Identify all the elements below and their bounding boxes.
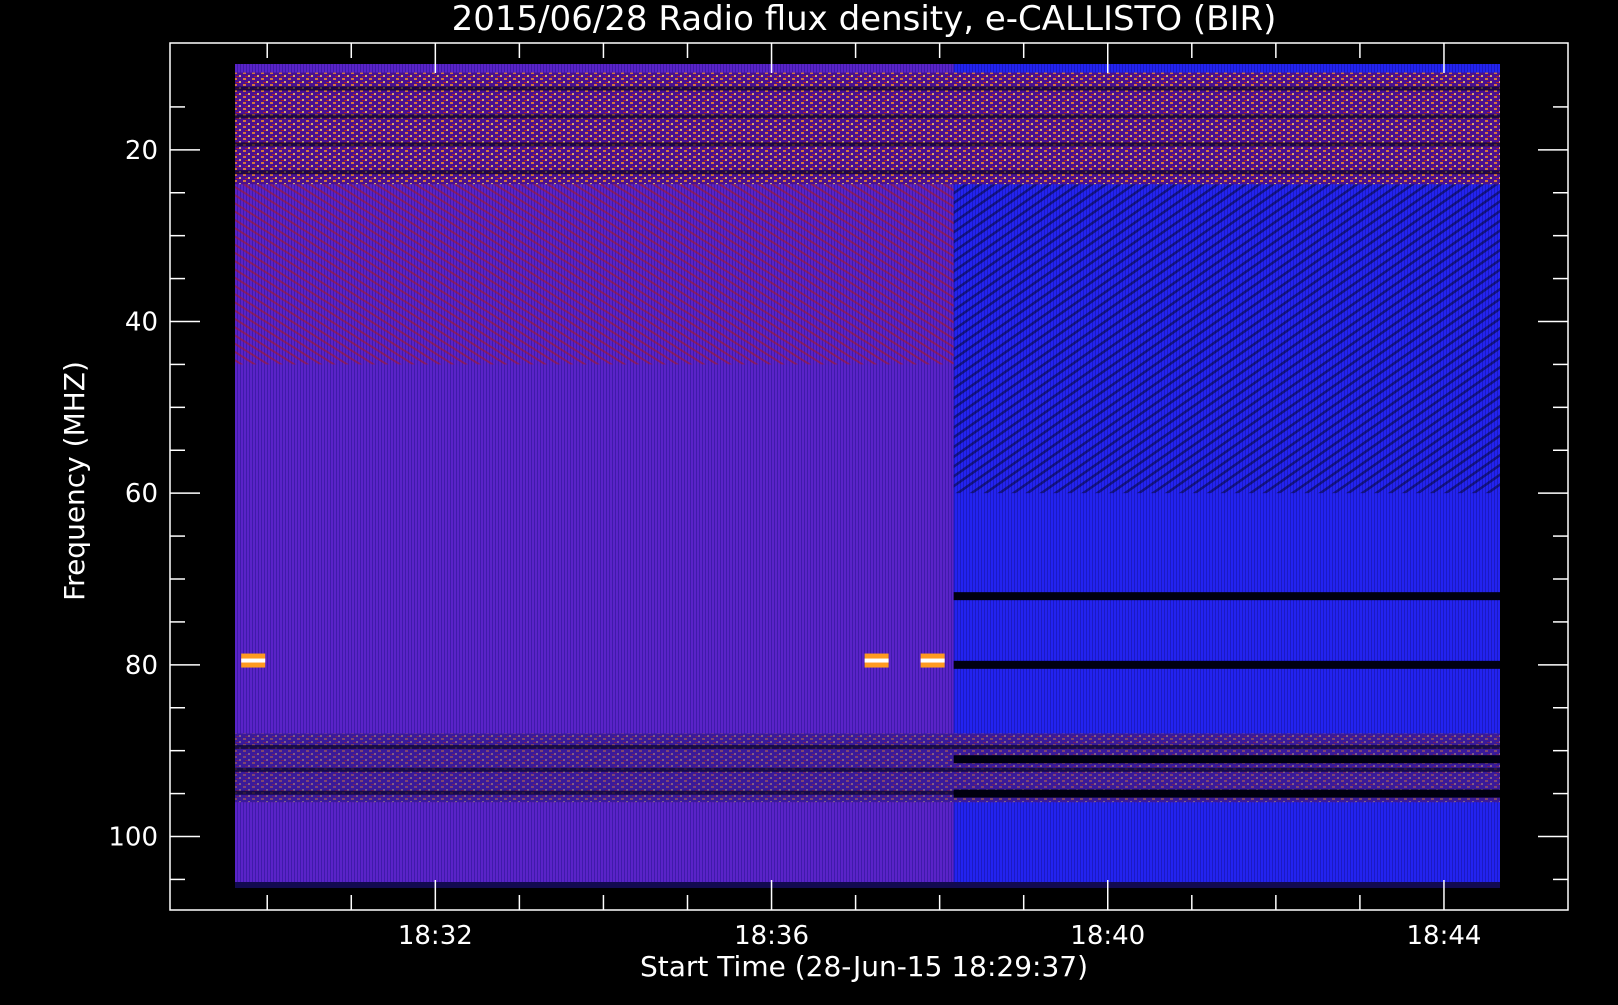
interference-band-dark-row <box>235 142 1500 147</box>
chart-title: 2015/06/28 Radio flux density, e-CALLIST… <box>452 0 1277 39</box>
bright-spot-core <box>864 658 889 663</box>
x-tick-label: 18:44 <box>1406 921 1481 951</box>
interference-band-dark-row <box>235 86 1500 91</box>
dark-band <box>953 755 1500 764</box>
spectrogram-chart: 20 40 60 80 100 18:32 18:36 18:40 18:44 2015/06/… <box>0 0 1618 1000</box>
bright-spot-core <box>241 658 266 663</box>
dark-band <box>953 592 1500 601</box>
bright-spot-core <box>920 658 945 663</box>
drift-pattern-left <box>235 184 954 365</box>
x-tick-label: 18:32 <box>398 921 473 951</box>
interference-band-dark-row <box>235 170 1500 175</box>
interference-band-dark-row <box>235 114 1500 119</box>
drift-pattern-right <box>953 184 1500 494</box>
x-axis-label: Start Time (28-Jun-15 18:29:37) <box>640 950 1088 983</box>
y-tick-label: 80 <box>125 651 158 681</box>
dark-band <box>953 660 1500 669</box>
spectrogram-heatmap <box>235 64 1500 888</box>
y-tick-label: 40 <box>125 308 158 338</box>
interference-band-dark-row <box>235 767 1500 772</box>
chart-svg: 20 40 60 80 100 18:32 18:36 18:40 18:44 2015/06/… <box>58 0 1569 983</box>
interference-band-dark-row <box>235 744 1500 749</box>
bottom-noise-row <box>235 882 1500 888</box>
y-axis-label: Frequency (MHZ) <box>58 361 91 601</box>
x-tick-label: 18:40 <box>1070 921 1145 951</box>
y-tick-label: 100 <box>108 823 158 853</box>
x-tick-label: 18:36 <box>734 921 809 951</box>
dark-band <box>953 789 1500 798</box>
y-tick-label: 20 <box>125 136 158 166</box>
y-tick-label: 60 <box>125 479 158 509</box>
